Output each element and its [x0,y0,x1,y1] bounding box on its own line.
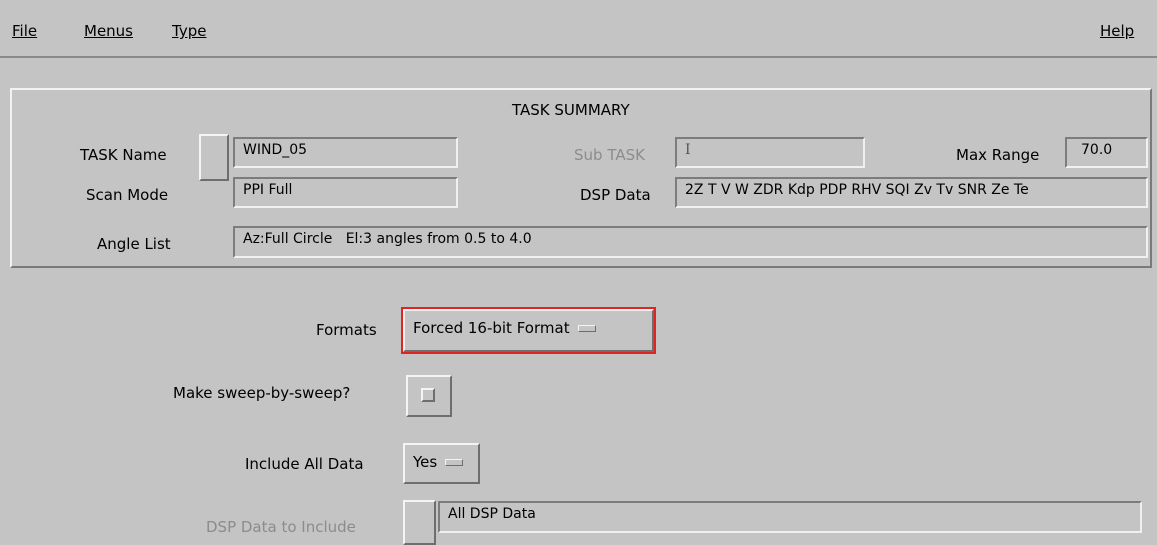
dsp-data-value: 2Z T V W ZDR Kdp PDP RHV SQI Zv Tv SNR Z… [685,182,1029,198]
task-name-value: WIND_05 [243,142,308,158]
menus-menu-label: Menus [84,22,133,40]
scan-mode-value: PPI Full [243,182,293,198]
task-name-label: TASK Name [80,146,167,164]
dsp-data-to-include-field: All DSP Data [438,501,1142,533]
sub-task-field[interactable]: I [675,137,865,168]
max-range-label: Max Range [956,146,1040,164]
sweep-by-sweep-toggle[interactable] [406,375,452,417]
menubar: File Menus Type Help [0,0,1157,58]
sub-task-label: Sub TASK [574,146,645,164]
formats-label: Formats [316,321,377,339]
scan-mode-label: Scan Mode [86,186,169,204]
type-menu-label: Type [172,22,207,40]
task-summary-title: TASK SUMMARY [512,101,630,119]
dsp-data-to-include-value: All DSP Data [448,506,536,522]
dsp-data-to-include-button[interactable] [403,500,436,545]
formats-option-menu[interactable]: Forced 16-bit Format [401,307,656,354]
task-name-field[interactable]: WIND_05 [233,137,458,168]
formats-value: Forced 16-bit Format [413,319,570,337]
help-menu[interactable]: Help [1100,22,1134,40]
dsp-data-to-include-label: DSP Data to Include [206,518,356,536]
file-menu[interactable]: File [12,22,37,40]
max-range-field[interactable]: 70.0 [1065,137,1148,168]
file-menu-label: File [12,22,38,40]
help-menu-label: Help [1100,22,1135,40]
angle-list-field: Az:Full Circle El:3 angles from 0.5 to 4… [233,226,1148,258]
include-all-data-option-menu[interactable]: Yes [403,443,480,484]
option-menu-indicator-icon [577,325,596,332]
max-range-value: 70.0 [1081,142,1113,158]
scan-mode-field: PPI Full [233,177,458,208]
sweep-by-sweep-label: Make sweep-by-sweep? [173,384,351,402]
menus-menu[interactable]: Menus [84,22,133,40]
dsp-data-field: 2Z T V W ZDR Kdp PDP RHV SQI Zv Tv SNR Z… [675,177,1148,208]
text-cursor-icon: I [685,142,691,158]
include-all-data-value: Yes [413,453,438,471]
angle-list-value: Az:Full Circle El:3 angles from 0.5 to 4… [243,231,532,247]
task-name-select-button[interactable] [199,134,229,181]
angle-list-label: Angle List [97,235,171,253]
checkbox-indicator-icon [421,388,435,402]
include-all-data-label: Include All Data [245,455,364,473]
option-menu-indicator-icon [445,459,464,466]
type-menu[interactable]: Type [172,22,206,40]
dsp-data-label: DSP Data [580,186,651,204]
